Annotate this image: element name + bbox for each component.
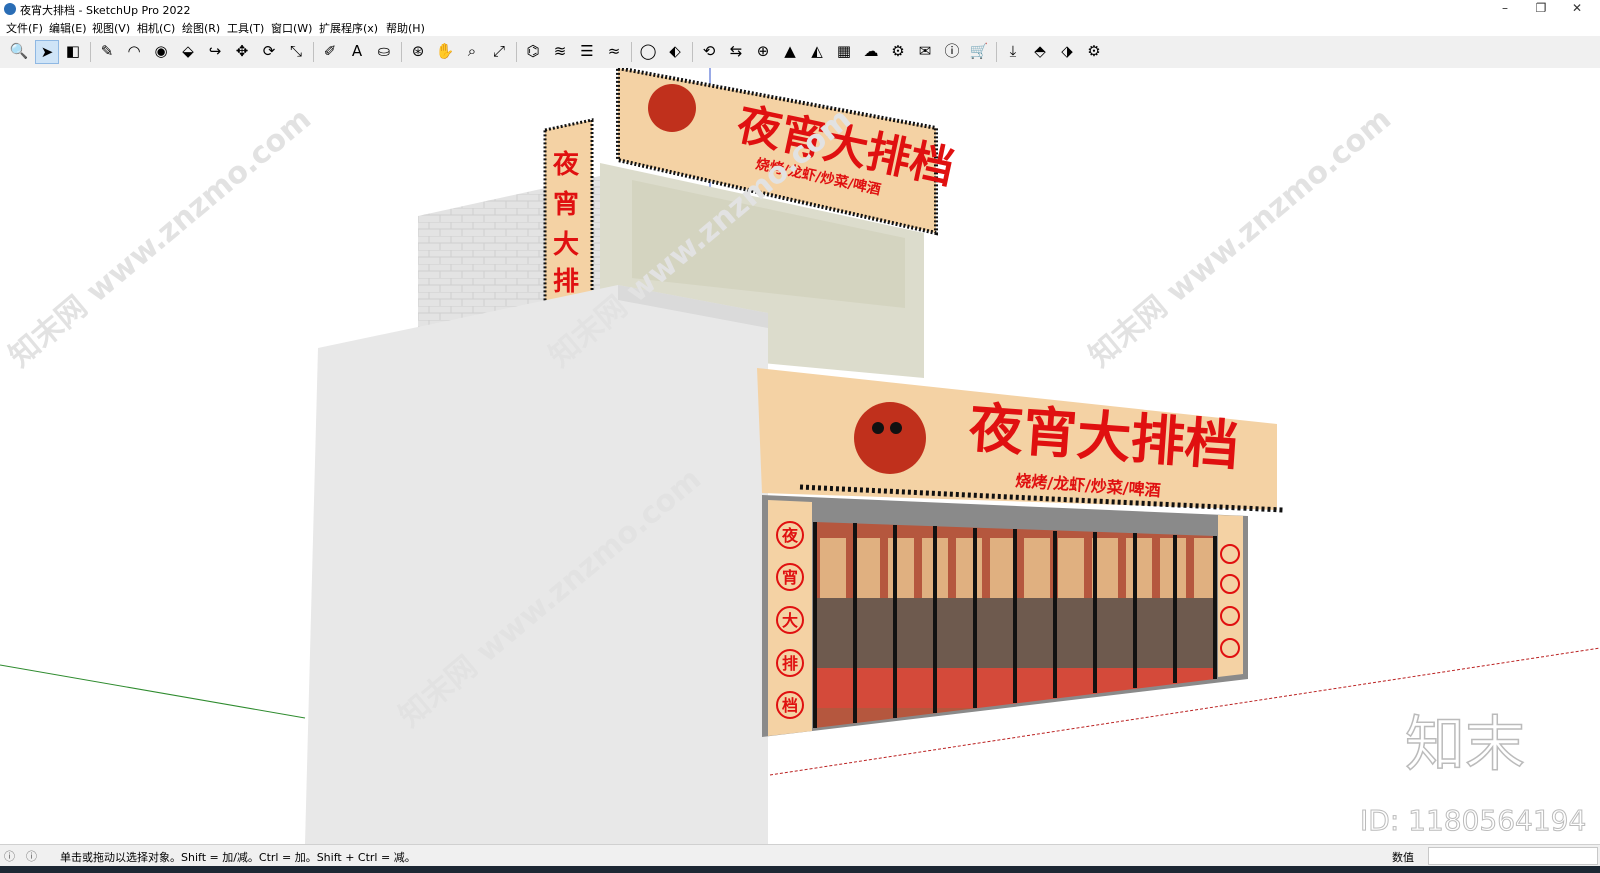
rotate-icon[interactable]: ⟳	[258, 40, 280, 62]
select-icon[interactable]: ➤	[35, 40, 59, 64]
status-hint: 单击或拖动以选择对象。Shift = 加/减。Ctrl = 加。Shift + …	[60, 851, 416, 864]
svg-text:知末网 www.znzmo.com: 知末网 www.znzmo.com	[1083, 102, 1398, 375]
green-axis	[0, 664, 306, 719]
shapes-icon[interactable]: ◉	[150, 40, 172, 62]
menu-draw[interactable]: 绘图(R)	[182, 20, 220, 36]
mail-icon[interactable]: ✉	[914, 40, 936, 62]
credits-icon[interactable]: ⓘ	[26, 848, 37, 864]
title-bar: 夜宵大排档 - SketchUp Pro 2022 – ❐ ✕	[0, 0, 1600, 18]
pan-icon[interactable]: ✋	[434, 40, 456, 62]
download-icon[interactable]: ⤓	[1002, 40, 1024, 62]
paint-bucket-icon[interactable]: ⛀	[373, 40, 395, 62]
cloud-icon[interactable]: ☁	[860, 40, 882, 62]
window-title: 夜宵大排档 - SketchUp Pro 2022	[20, 4, 191, 17]
ext-2-icon[interactable]: ⇆	[725, 40, 747, 62]
menu-bar: 文件(F) 编辑(E) 视图(V) 相机(C) 绘图(R) 工具(T) 窗口(W…	[0, 18, 1600, 36]
follow-me-icon[interactable]: ↪	[204, 40, 226, 62]
svg-text:大: 大	[782, 611, 798, 630]
toolbar-separator	[90, 42, 91, 62]
ext-3-icon[interactable]: ◭	[806, 40, 828, 62]
model-id-watermark: ID: 1180564194	[1360, 804, 1586, 837]
menu-help[interactable]: 帮助(H)	[386, 20, 425, 36]
gear-icon[interactable]: ⚙	[887, 40, 909, 62]
sandbox-icon[interactable]: ≈	[603, 40, 625, 62]
eraser-icon[interactable]: ◧	[62, 40, 84, 62]
measurements-input[interactable]	[1428, 847, 1598, 865]
menu-window[interactable]: 窗口(W)	[271, 20, 312, 36]
info-icon[interactable]: ⓘ	[941, 40, 963, 62]
svg-text:档: 档	[782, 696, 798, 715]
orbit-icon[interactable]: ⊛	[407, 40, 429, 62]
model-viewport[interactable]: 夜 宵 大 排 夜宵大排档 烧烤/龙虾/炒菜/啤酒 夜宵大排档 烧烤/龙虾/炒菜…	[0, 68, 1600, 844]
zoom-icon[interactable]: 🔍	[8, 40, 30, 62]
taskbar	[0, 866, 1600, 873]
menu-extensions[interactable]: 扩展程序(x)	[319, 20, 378, 36]
toolbar-separator	[692, 42, 693, 62]
toolbar-separator	[401, 42, 402, 62]
cart-icon[interactable]: 🛒	[968, 40, 990, 62]
layout-icon[interactable]: ☰	[576, 40, 598, 62]
settings-icon[interactable]: ⚙	[1083, 40, 1105, 62]
toolbar-separator	[516, 42, 517, 62]
measurements-label: 数值	[1392, 851, 1414, 864]
toolbar-separator	[996, 42, 997, 62]
toolbar-separator	[631, 42, 632, 62]
add-icon[interactable]: ⊕	[752, 40, 774, 62]
toolbar-separator	[313, 42, 314, 62]
main-toolbar: 🔍 ➤ ◧ ✎ ◠ ◉ ⬙ ↪ ✥ ⟳ ⤡ ✐ A ⛀ ⊛ ✋ ⌕ ⤢ ⌬ ≋ ☰ ≈ ◯ ⬖ ⟲ ⇆ ⊕ ▲ ◭ ▦ ☁ ⚙ ✉ ⓘ 🛒 ⤓ ⬘ ⬗ ⚙	[0, 36, 1600, 69]
user-icon[interactable]: ◯	[637, 40, 659, 62]
checker-icon[interactable]: ▦	[833, 40, 855, 62]
crayfish-mascot	[854, 402, 926, 474]
menu-edit[interactable]: 编辑(E)	[49, 20, 87, 36]
tape-measure-icon[interactable]: ✐	[319, 40, 341, 62]
geo-location-icon[interactable]: ⓘ	[4, 848, 15, 864]
extension-warehouse-icon[interactable]: ≋	[549, 40, 571, 62]
scale-icon[interactable]: ⤡	[285, 40, 307, 62]
ext-5-icon[interactable]: ⬗	[1056, 40, 1078, 62]
scene-canvas: 夜 宵 大 排 夜宵大排档 烧烤/龙虾/炒菜/啤酒 夜宵大排档 烧烤/龙虾/炒菜…	[0, 68, 1600, 844]
sketchup-app-icon	[4, 3, 16, 15]
minimize-button[interactable]: –	[1490, 0, 1520, 18]
brand-watermark: 知末	[1405, 710, 1525, 780]
menu-file[interactable]: 文件(F)	[6, 20, 43, 36]
svg-text:排: 排	[782, 654, 798, 673]
vertical-sign-char-1: 夜	[552, 149, 580, 180]
svg-text:宵: 宵	[782, 568, 798, 587]
zoom-extents-icon[interactable]: ⤢	[488, 40, 510, 62]
arc-icon[interactable]: ◠	[123, 40, 145, 62]
zoom-window-icon[interactable]: ⌕	[461, 40, 483, 62]
vertical-sign-char-4: 排	[553, 267, 579, 297]
vertical-sign-char-3: 大	[553, 230, 579, 260]
ext-1-icon[interactable]: ⬖	[664, 40, 686, 62]
foreground-block	[305, 285, 768, 844]
menu-view[interactable]: 视图(V)	[92, 20, 130, 36]
push-pull-icon[interactable]: ⬙	[177, 40, 199, 62]
svg-text:夜: 夜	[781, 526, 799, 545]
tree-icon[interactable]: ▲	[779, 40, 801, 62]
pencil-icon[interactable]: ✎	[96, 40, 118, 62]
ext-4-icon[interactable]: ⬘	[1029, 40, 1051, 62]
refresh-icon[interactable]: ⟲	[698, 40, 720, 62]
upper-crayfish-mascot	[648, 84, 696, 132]
menu-tools[interactable]: 工具(T)	[227, 20, 264, 36]
close-button[interactable]: ✕	[1562, 0, 1592, 18]
move-icon[interactable]: ✥	[231, 40, 253, 62]
warehouse-icon[interactable]: ⌬	[522, 40, 544, 62]
restore-button[interactable]: ❐	[1526, 0, 1556, 18]
text-icon[interactable]: A	[346, 40, 368, 62]
vertical-sign-char-2: 宵	[553, 189, 579, 220]
menu-camera[interactable]: 相机(C)	[137, 20, 175, 36]
status-bar: ⓘ ⓘ 单击或拖动以选择对象。Shift = 加/减。Ctrl = 加。Shif…	[0, 844, 1600, 867]
svg-text:知末网 www.znzmo.com: 知末网 www.znzmo.com	[3, 102, 318, 375]
